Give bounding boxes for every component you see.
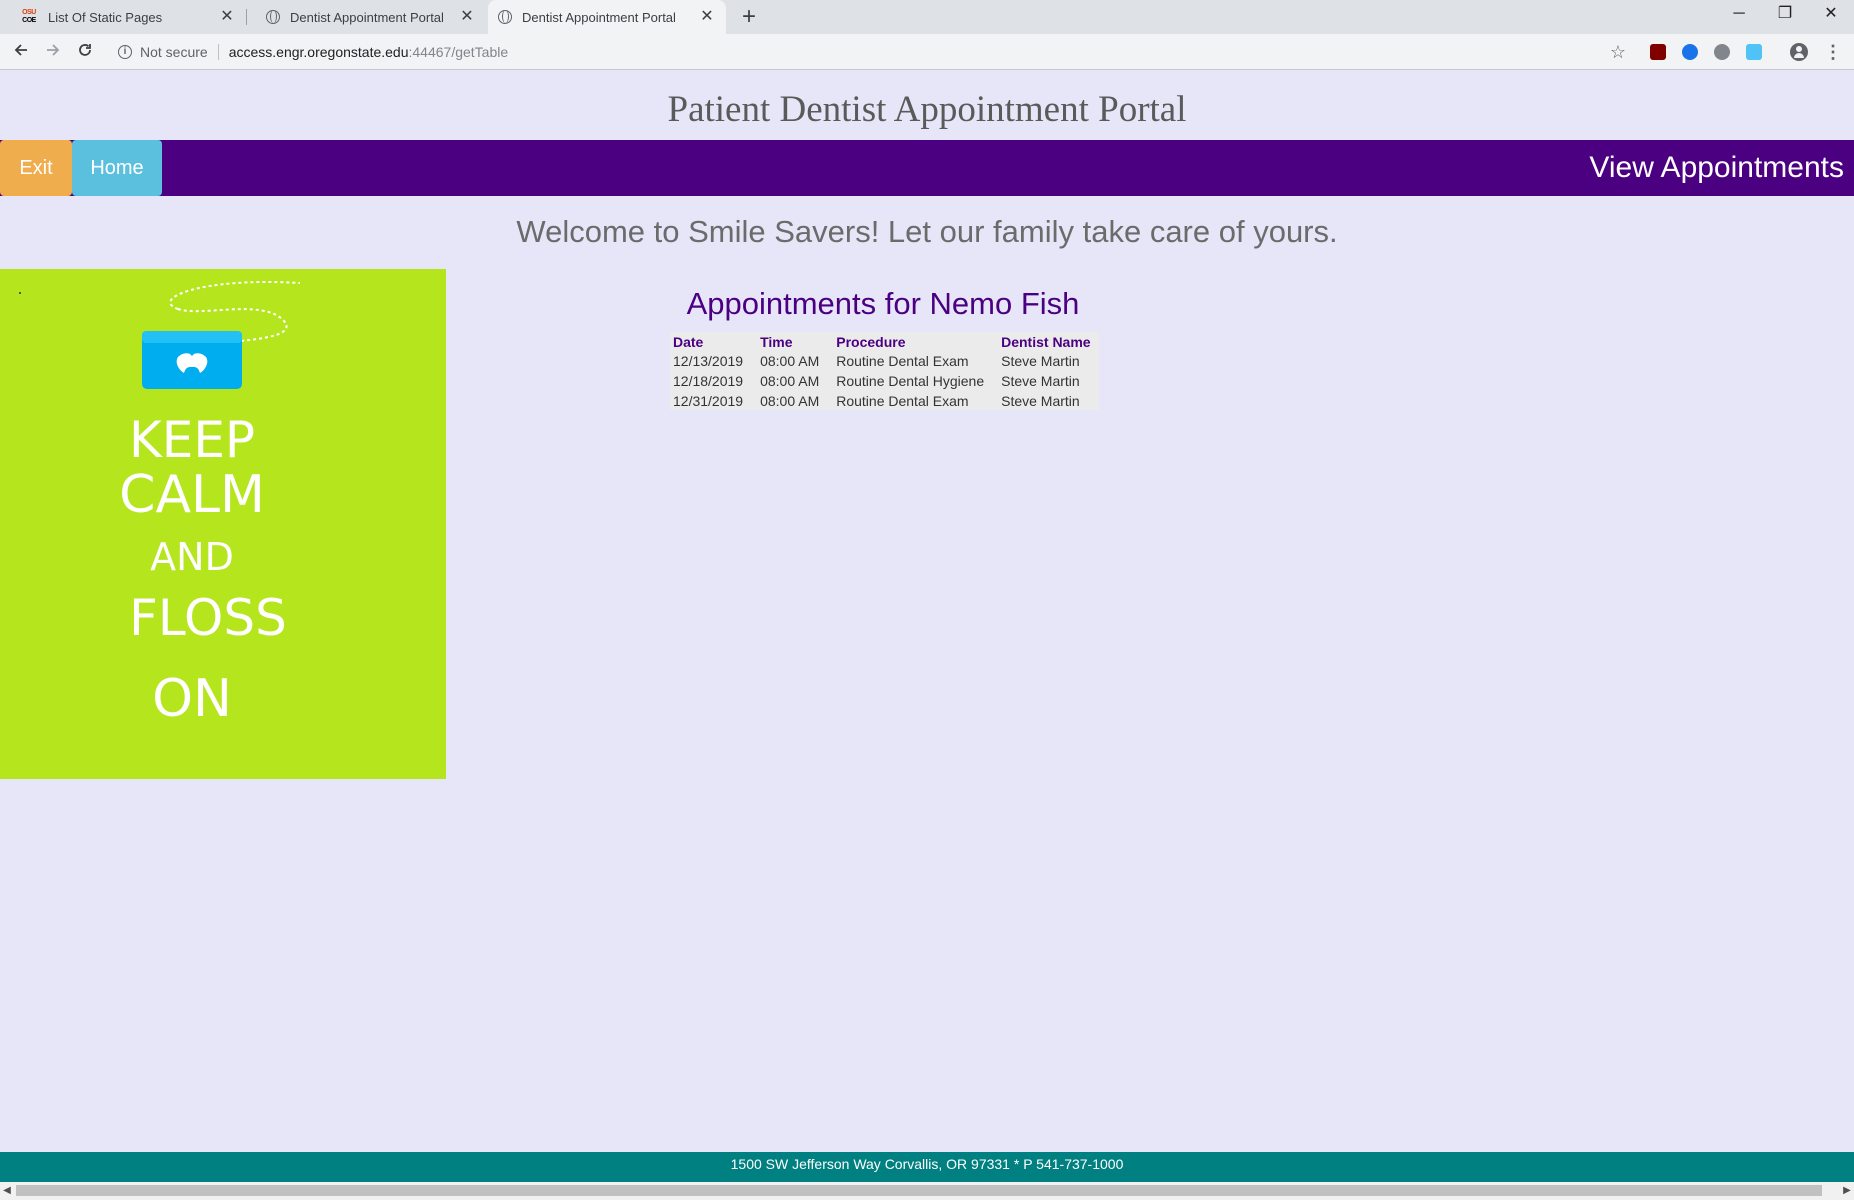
cell-procedure: Routine Dental Hygiene xyxy=(836,372,985,389)
extension-icon[interactable] xyxy=(1714,44,1730,60)
tab-title: List Of Static Pages xyxy=(48,9,163,25)
extension-icon[interactable] xyxy=(1682,44,1698,60)
cell-date: 12/31/2019 xyxy=(673,392,744,409)
cell-dentist: Steve Martin xyxy=(1001,392,1080,409)
cell-date: 12/18/2019 xyxy=(673,372,744,389)
cell-time: 08:00 AM xyxy=(760,352,820,369)
globe-icon xyxy=(498,10,512,24)
page-title: Patient Dentist Appointment Portal xyxy=(667,89,1187,130)
tab-close-icon[interactable]: ✕ xyxy=(458,8,476,26)
tab-title: Dentist Appointment Portal xyxy=(290,9,444,25)
reload-icon[interactable] xyxy=(73,40,97,64)
forward-arrow-icon[interactable] xyxy=(41,40,65,64)
bookmark-star-icon[interactable]: ☆ xyxy=(1608,40,1628,64)
browser-tab-active[interactable]: Dentist Appointment Portal ✕ xyxy=(488,0,726,34)
security-label[interactable]: Not secure xyxy=(140,44,208,60)
navbar: Exit Home View Appointments xyxy=(0,140,1854,196)
poster-text-line: AND xyxy=(150,535,234,579)
url-host: access.engr.oregonstate.edu xyxy=(228,44,409,60)
table-row: 12/31/2019 08:00 AM Routine Dental Exam … xyxy=(670,390,1099,410)
poster-text-line: FLOSS xyxy=(129,589,287,647)
restore-button[interactable]: ❐ xyxy=(1762,0,1808,30)
ublock-extension-icon[interactable] xyxy=(1650,44,1666,60)
browser-tab[interactable]: Dentist Appointment Portal ✕ xyxy=(248,0,486,34)
cell-time: 08:00 AM xyxy=(760,392,820,409)
page-body: Patient Dentist Appointment Portal Exit … xyxy=(0,70,1854,1180)
table-header-row: Date Time Procedure Dentist Name xyxy=(670,332,1099,350)
scroll-right-icon[interactable]: ▶ xyxy=(1840,1182,1854,1200)
url-path: :44467/getTable xyxy=(408,44,509,60)
browser-tab-strip: OSU COE List Of Static Pages ✕ Dentist A… xyxy=(0,0,1854,34)
minimize-button[interactable]: ─ xyxy=(1716,0,1762,30)
address-bar[interactable]: i Not secure access.engr.oregonstate.edu… xyxy=(108,38,1648,66)
close-window-button[interactable]: ✕ xyxy=(1808,0,1854,30)
horizontal-scrollbar[interactable]: ◀ ▶ xyxy=(0,1182,1854,1200)
cell-procedure: Routine Dental Exam xyxy=(836,352,969,369)
cell-procedure: Routine Dental Exam xyxy=(836,392,969,409)
info-icon[interactable]: i xyxy=(118,45,132,59)
osu-favicon-icon: OSU COE xyxy=(22,9,36,24)
exit-button[interactable]: Exit xyxy=(0,140,72,196)
column-header: Dentist Name xyxy=(1001,334,1091,350)
keep-calm-floss-poster: KEEP CALM AND FLOSS ON xyxy=(0,269,446,779)
poster-text-line: KEEP xyxy=(128,411,256,469)
column-header: Time xyxy=(760,334,793,350)
poster-text-line: CALM xyxy=(119,465,265,525)
poster-text-line: ON xyxy=(152,669,232,729)
profile-avatar-icon[interactable] xyxy=(1790,43,1808,61)
browser-tab[interactable]: OSU COE List Of Static Pages ✕ xyxy=(0,0,246,34)
appointments-table: Date Time Procedure Dentist Name 12/13/2… xyxy=(670,332,1099,410)
new-tab-button[interactable]: + xyxy=(736,4,762,30)
scroll-left-icon[interactable]: ◀ xyxy=(0,1182,14,1200)
column-header: Date xyxy=(673,334,704,350)
cell-dentist: Steve Martin xyxy=(1001,352,1080,369)
column-header: Procedure xyxy=(836,334,906,350)
back-arrow-icon[interactable] xyxy=(9,40,33,64)
globe-icon xyxy=(266,10,280,24)
tab-close-icon[interactable]: ✕ xyxy=(218,8,236,26)
tab-close-icon[interactable]: ✕ xyxy=(698,8,716,26)
welcome-message: Welcome to Smile Savers! Let our family … xyxy=(516,214,1338,249)
footer-address: 1500 SW Jefferson Way Corvallis, OR 9733… xyxy=(0,1152,1854,1182)
table-row: 12/18/2019 08:00 AM Routine Dental Hygie… xyxy=(670,370,1099,390)
browser-menu-icon[interactable]: ⋮ xyxy=(1824,40,1842,64)
navbar-heading: View Appointments xyxy=(1589,151,1844,184)
tab-title: Dentist Appointment Portal xyxy=(522,9,676,25)
omnibox-divider xyxy=(217,44,219,60)
browser-toolbar: i Not secure access.engr.oregonstate.edu… xyxy=(0,34,1854,70)
cell-date: 12/13/2019 xyxy=(673,352,744,369)
tab-separator xyxy=(246,9,247,25)
table-row: 12/13/2019 08:00 AM Routine Dental Exam … xyxy=(670,350,1099,370)
cell-time: 08:00 AM xyxy=(760,372,820,389)
extension-icon[interactable] xyxy=(1746,44,1762,60)
cell-dentist: Steve Martin xyxy=(1001,372,1080,389)
home-button[interactable]: Home xyxy=(72,140,162,196)
appointments-heading: Appointments for Nemo Fish xyxy=(686,286,1080,321)
scrollbar-thumb[interactable] xyxy=(16,1185,1822,1196)
